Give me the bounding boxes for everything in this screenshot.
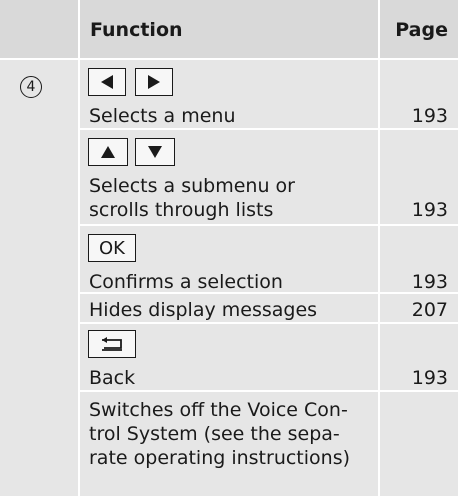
row-number-badge: 4 bbox=[20, 76, 42, 98]
function-table: Function Page 4 Selects a menu 193 Selec… bbox=[0, 0, 458, 496]
function-text: rate operating instructions) bbox=[89, 447, 351, 469]
up-arrow-key bbox=[88, 138, 128, 166]
function-text: Selects a submenu or bbox=[89, 175, 295, 197]
column-divider bbox=[78, 0, 80, 496]
function-text: Switches off the Voice Con- bbox=[89, 399, 348, 421]
page-column-header: Page bbox=[395, 19, 448, 41]
row-divider bbox=[80, 292, 378, 294]
function-text: Hides display messages bbox=[89, 299, 318, 321]
back-key bbox=[88, 330, 136, 358]
page-number: 207 bbox=[411, 299, 448, 321]
down-triangle-icon bbox=[148, 146, 162, 158]
left-arrow-key bbox=[88, 68, 126, 96]
function-column-header: Function bbox=[90, 19, 183, 41]
row-divider bbox=[80, 224, 378, 226]
back-icon bbox=[102, 337, 122, 351]
row-number: 4 bbox=[26, 79, 36, 95]
number-column bbox=[0, 60, 78, 496]
row-divider bbox=[380, 224, 458, 226]
row-divider bbox=[380, 322, 458, 324]
left-triangle-icon bbox=[101, 75, 113, 89]
page-number: 193 bbox=[411, 105, 448, 127]
ok-key: OK bbox=[88, 234, 136, 262]
down-arrow-key bbox=[135, 138, 175, 166]
right-triangle-icon bbox=[148, 75, 160, 89]
function-text: Back bbox=[89, 367, 136, 389]
up-triangle-icon bbox=[101, 146, 115, 158]
right-arrow-key bbox=[135, 68, 173, 96]
row-divider bbox=[380, 128, 458, 130]
page-number: 193 bbox=[411, 367, 448, 389]
ok-key-label: OK bbox=[99, 237, 125, 259]
row-divider bbox=[80, 390, 378, 392]
function-text: scrolls through lists bbox=[89, 199, 274, 221]
column-divider bbox=[378, 0, 380, 496]
row-divider bbox=[80, 128, 378, 130]
row-divider bbox=[80, 322, 378, 324]
function-text: trol System (see the sepa- bbox=[89, 423, 340, 445]
page-number: 193 bbox=[411, 271, 448, 293]
function-text: Selects a menu bbox=[89, 105, 236, 127]
row-divider bbox=[380, 390, 458, 392]
page-number: 193 bbox=[411, 199, 448, 221]
row-divider bbox=[380, 292, 458, 294]
table-header: Function Page bbox=[0, 0, 458, 60]
function-text: Confirms a selection bbox=[89, 271, 283, 293]
